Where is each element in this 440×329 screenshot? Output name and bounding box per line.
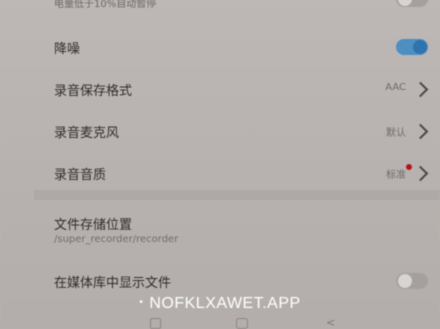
recording-format-value: AAC <box>385 82 406 93</box>
battery-pause-row: 电量低于10%自动暂停 <box>0 0 440 20</box>
new-badge-dot <box>406 164 412 170</box>
back-icon[interactable]: < <box>326 316 335 329</box>
storage-location-row[interactable]: 文件存储位置 /super_recorder/recorder <box>0 212 440 248</box>
storage-location-path: /super_recorder/recorder <box>54 234 179 245</box>
watermark-bullet: • <box>139 297 144 308</box>
noise-reduction-row[interactable]: 降噪 <box>0 34 440 58</box>
storage-location-label: 文件存储位置 <box>54 218 133 233</box>
toggle-knob <box>398 0 412 6</box>
home-icon[interactable] <box>236 318 248 329</box>
quality-label: 录音音质 <box>54 168 107 183</box>
quality-value: 标准 <box>386 170 406 181</box>
noise-reduction-label: 降噪 <box>54 42 81 57</box>
show-in-media-row[interactable]: 在媒体库中显示文件 <box>0 270 440 292</box>
watermark: • NOFKLXAWET.APP <box>0 295 440 313</box>
section-divider <box>34 190 440 200</box>
microphone-value: 默认 <box>386 128 406 139</box>
microphone-label: 录音麦克风 <box>54 126 120 141</box>
quality-row[interactable]: 录音音质 标准 <box>0 162 440 184</box>
recording-format-label: 录音保存格式 <box>54 84 133 99</box>
noise-reduction-toggle[interactable] <box>396 39 428 55</box>
menu-icon[interactable] <box>150 318 161 329</box>
chevron-right-icon <box>412 81 429 98</box>
watermark-text: NOFKLXAWET.APP <box>149 295 301 312</box>
battery-pause-note: 电量低于10%自动暂停 <box>54 0 157 10</box>
show-in-media-label: 在媒体库中显示文件 <box>54 276 172 291</box>
toggle-knob <box>398 274 412 288</box>
show-in-media-toggle[interactable] <box>396 273 428 289</box>
recording-format-row[interactable]: 录音保存格式 AAC <box>0 78 440 100</box>
chevron-right-icon <box>412 123 429 140</box>
microphone-row[interactable]: 录音麦克风 默认 <box>0 120 440 142</box>
system-navbar: < <box>0 312 440 329</box>
settings-screen: 电量低于10%自动暂停 降噪 录音保存格式 AAC 录音麦克风 默认 录音音质 … <box>0 0 440 329</box>
chevron-right-icon <box>412 165 429 182</box>
battery-pause-toggle[interactable] <box>396 0 428 7</box>
toggle-knob <box>413 40 427 54</box>
